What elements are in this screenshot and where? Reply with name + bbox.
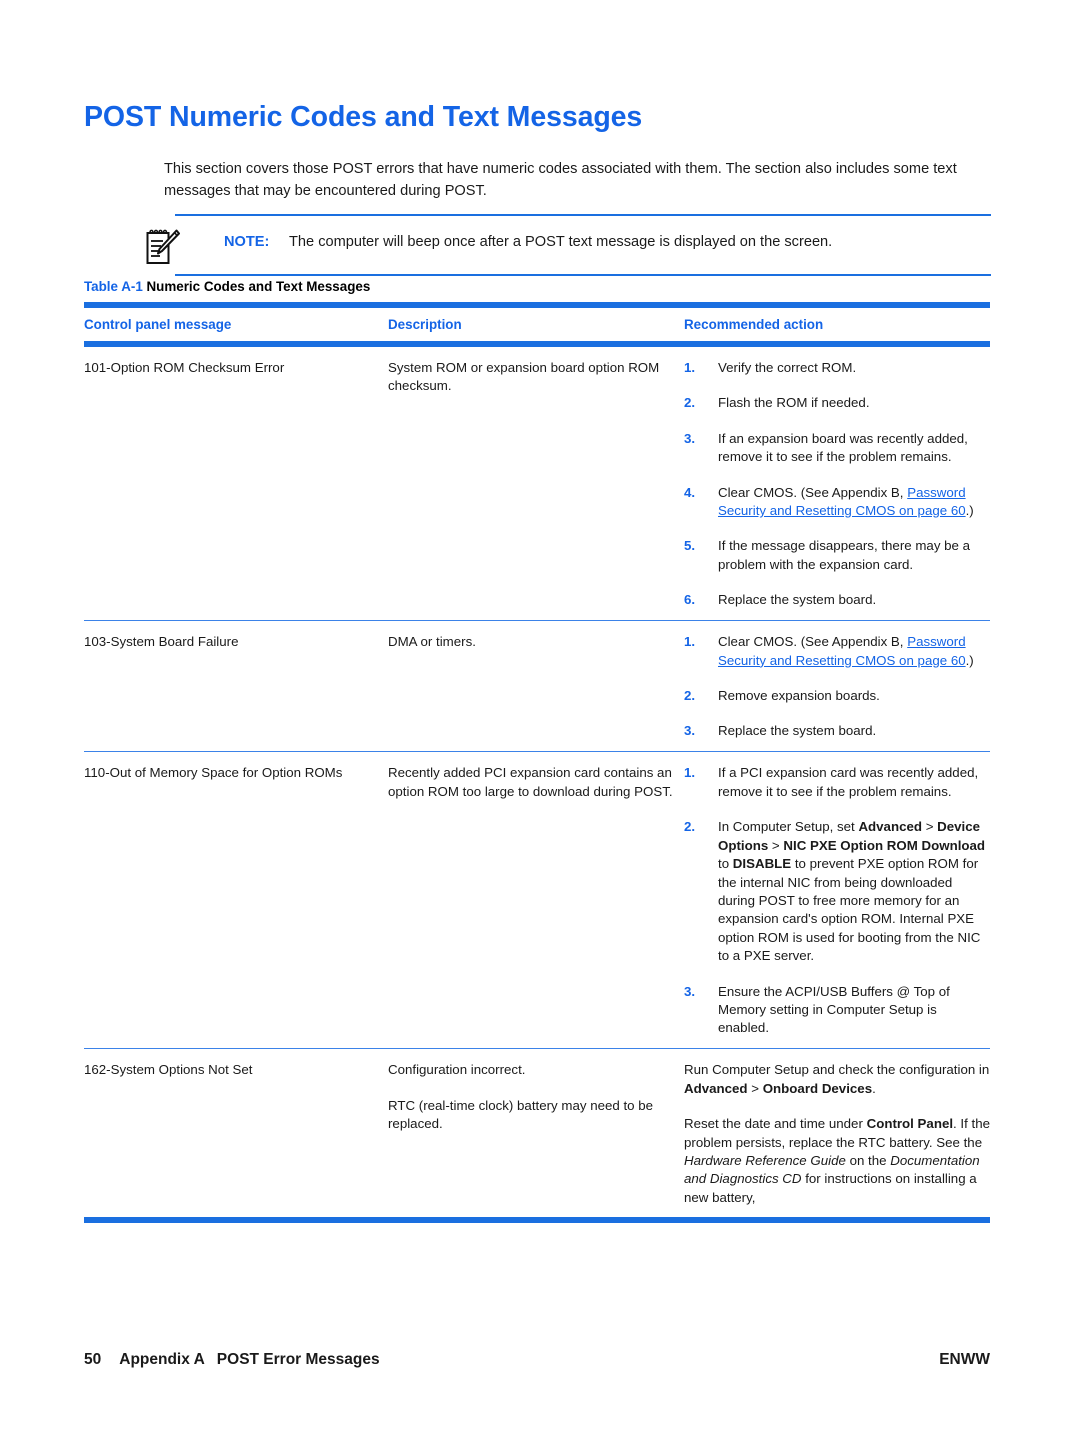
action-item: 1. Verify the correct ROM.: [684, 359, 990, 377]
cell-description: DMA or timers.: [388, 633, 684, 741]
description-paragraph: System ROM or expansion board option ROM…: [388, 360, 660, 394]
footer-section: POST Error Messages: [216, 1351, 380, 1368]
action-number: 2.: [684, 819, 696, 835]
cell-control-panel-message: 110-Out of Memory Space for Option ROMs: [84, 765, 343, 781]
action-text: In Computer Setup, set Advanced > Device…: [718, 819, 986, 964]
table-row: 101-Option ROM Checksum Error System ROM…: [84, 347, 990, 620]
footer-appendix: Appendix A: [119, 1351, 205, 1368]
action-item: 2. Flash the ROM if needed.: [684, 394, 990, 412]
numeric-codes-table: Control panel message Description Recomm…: [84, 302, 990, 1224]
action-list: 1. If a PCI expansion card was recently a…: [684, 764, 990, 1037]
footer-left: 50 Appendix A POST Error Messages: [84, 1351, 380, 1369]
action-item: 1. If a PCI expansion card was recently a…: [684, 764, 990, 801]
action-number: 3.: [684, 723, 696, 739]
page-number: 50: [84, 1351, 102, 1368]
action-text: Flash the ROM if needed.: [718, 395, 870, 411]
action-number: 2.: [684, 395, 696, 411]
cell-recommended-action: 1. Clear CMOS. (See Appendix B, Password …: [684, 633, 990, 741]
table-bottom-rule: [84, 1217, 990, 1224]
column-header-control-panel-message: Control panel message: [84, 317, 232, 332]
table-row: 162-System Options Not Set Configuration…: [84, 1049, 990, 1217]
cell-recommended-action: 1. If a PCI expansion card was recently a…: [684, 764, 990, 1037]
action-item: 3. Ensure the ACPI/USB Buffers @ Top of M…: [684, 983, 990, 1038]
cell-description: System ROM or expansion board option ROM…: [388, 359, 684, 610]
cell-recommended-action: Run Computer Setup and check the configu…: [684, 1061, 990, 1207]
cell-recommended-action: 1. Verify the correct ROM. 2. Flash the RO…: [684, 359, 990, 610]
action-list: Run Computer Setup and check the configu…: [684, 1061, 990, 1207]
document-page: POST Numeric Codes and Text Messages Thi…: [0, 0, 1080, 1437]
description-paragraph: Configuration incorrect.: [388, 1062, 526, 1078]
description-paragraph: DMA or timers.: [388, 634, 476, 650]
table-row: 103-System Board Failure DMA or timers. …: [84, 621, 990, 751]
table-caption-number: Table A-1: [84, 279, 143, 294]
description-paragraph: Recently added PCI expansion card contai…: [388, 765, 673, 799]
note-text: The computer will beep once after a POST…: [289, 234, 833, 250]
table-caption-title: Numeric Codes and Text Messages: [146, 279, 371, 294]
cell-description: Configuration incorrect. RTC (real-time …: [388, 1061, 684, 1207]
action-text: If an expansion board was recently added…: [718, 430, 968, 465]
action-number: 3.: [684, 983, 696, 999]
action-number: 1.: [684, 360, 696, 375]
action-number: 4.: [684, 484, 696, 500]
action-number: 1.: [684, 634, 696, 650]
note-pencil-icon: [146, 227, 180, 265]
cell-control-panel-message: 101-Option ROM Checksum Error: [84, 360, 285, 375]
action-item: 2. Remove expansion boards.: [684, 687, 990, 705]
action-text: Clear CMOS. (See Appendix B,: [718, 634, 908, 650]
cell-control-panel-message: 162-System Options Not Set: [84, 1062, 253, 1078]
action-item: 6. Replace the system board.: [684, 591, 990, 609]
action-number: 2.: [684, 688, 696, 704]
action-number: 5.: [684, 538, 696, 554]
action-text-tail: .): [965, 503, 974, 519]
action-item: 2. In Computer Setup, set Advanced > Devi…: [684, 818, 990, 965]
table-header-row: Control panel message Description Recomm…: [84, 308, 990, 341]
description-paragraph: RTC (real-time clock) battery may need t…: [388, 1097, 654, 1132]
note-label: NOTE:: [224, 234, 270, 250]
action-text: Verify the correct ROM.: [718, 360, 857, 375]
note-bottom-rule: [175, 274, 991, 276]
action-number: 6.: [684, 592, 696, 608]
table-row: 110-Out of Memory Space for Option ROMs …: [84, 752, 990, 1047]
note-top-rule: [175, 214, 991, 216]
cell-description: Recently added PCI expansion card contai…: [388, 764, 684, 1037]
cell-control-panel-message: 103-System Board Failure: [84, 634, 239, 650]
action-number: 1.: [684, 765, 696, 781]
footer-locale: ENWW: [939, 1351, 990, 1368]
action-text: Replace the system board.: [718, 723, 877, 739]
action-number: 3.: [684, 430, 696, 446]
column-header-description: Description: [388, 317, 462, 332]
action-item: Run Computer Setup and check the configu…: [684, 1062, 990, 1096]
action-text: Ensure the ACPI/USB Buffers @ Top of Mem…: [718, 983, 950, 1036]
page-title: POST Numeric Codes and Text Messages: [84, 101, 643, 133]
page-footer: 50 Appendix A POST Error Messages ENWW: [84, 1351, 990, 1369]
intro-paragraph: This section covers those POST errors th…: [164, 161, 957, 199]
action-list: 1. Verify the correct ROM. 2. Flash the RO…: [684, 359, 990, 610]
action-text: If the message disappears, there may be …: [718, 538, 971, 572]
action-text: If a PCI expansion card was recently add…: [718, 765, 979, 799]
action-text: Remove expansion boards.: [718, 688, 880, 704]
action-item: 5. If the message disappears, there may b…: [684, 537, 990, 574]
action-item: 3. Replace the system board.: [684, 722, 990, 740]
action-text-tail: .): [965, 652, 974, 668]
action-text: Replace the system board.: [718, 592, 877, 608]
action-item: 3. If an expansion board was recently add…: [684, 430, 990, 467]
action-item: Reset the date and time under Control Pa…: [684, 1116, 990, 1205]
action-list: 1. Clear CMOS. (See Appendix B, Password …: [684, 633, 990, 741]
action-item: 4. Clear CMOS. (See Appendix B, Password …: [684, 484, 990, 521]
column-header-recommended-action: Recommended action: [684, 317, 824, 332]
table-caption: Table A-1 Numeric Codes and Text Message…: [84, 279, 370, 294]
action-text: Clear CMOS. (See Appendix B,: [718, 484, 908, 500]
action-item: 1. Clear CMOS. (See Appendix B, Password …: [684, 633, 990, 670]
note-admonition: NOTE: The computer will beep once after …: [146, 214, 991, 276]
